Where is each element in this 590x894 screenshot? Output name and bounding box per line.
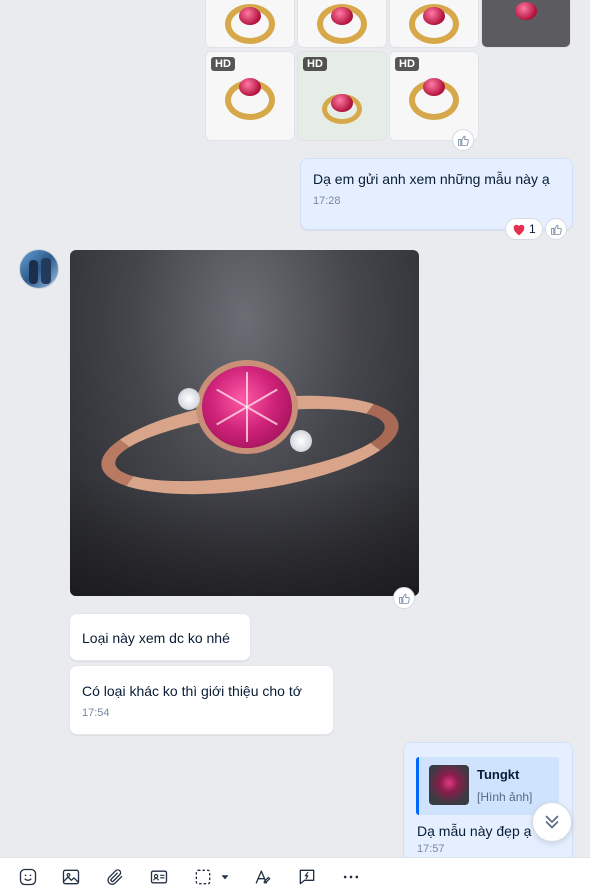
contact-card-icon: [150, 870, 168, 884]
image-icon: [62, 869, 80, 885]
incoming-message[interactable]: Có loại khác ko thì giới thiệu cho tớ 17…: [69, 665, 334, 735]
attach-file-button[interactable]: [104, 866, 126, 888]
thumbs-up-icon: [550, 224, 562, 235]
more-options-button[interactable]: [340, 866, 362, 888]
message-time: 17:28: [313, 195, 341, 207]
text-format-button[interactable]: [252, 866, 274, 888]
message-text: Có loại khác ko thì giới thiệu cho tớ: [82, 683, 302, 699]
image-thumbnail[interactable]: HD: [389, 51, 479, 141]
send-contact-card-button[interactable]: [148, 866, 170, 888]
image-thumbnail[interactable]: [481, 0, 571, 48]
scroll-to-bottom-button[interactable]: [532, 802, 572, 842]
quoted-image-thumbnail: [429, 765, 469, 805]
quoted-message-type: [Hình ảnh]: [477, 790, 533, 804]
screenshot-button[interactable]: [192, 866, 214, 888]
paperclip-icon: [107, 869, 123, 885]
like-reaction-button[interactable]: [393, 587, 415, 609]
heart-icon: [513, 224, 525, 235]
message-time: 17:54: [82, 707, 110, 719]
screen-capture-icon: [195, 869, 211, 885]
more-horizontal-icon: [343, 875, 359, 879]
thumbs-up-icon: [398, 593, 410, 604]
lightning-message-icon: [299, 869, 315, 885]
quoted-sender-name: Tungkt: [477, 767, 520, 782]
reaction-count: 1: [529, 222, 536, 236]
smiley-sticker-icon: [19, 868, 37, 886]
avatar[interactable]: [19, 249, 59, 289]
image-thumbnail[interactable]: [297, 0, 387, 48]
quick-message-button[interactable]: [296, 866, 318, 888]
message-text: Loại này xem dc ko nhé: [82, 630, 230, 646]
hd-badge: HD: [211, 57, 235, 71]
like-reaction-button[interactable]: [452, 129, 474, 151]
double-chevron-down-icon: [545, 815, 559, 829]
image-thumbnail[interactable]: [205, 0, 295, 48]
screenshot-options-button[interactable]: [218, 866, 232, 888]
message-text: Dạ em gửi anh xem những mẫu này ạ: [313, 171, 550, 187]
hd-badge: HD: [395, 57, 419, 71]
caret-down-icon: [221, 875, 229, 880]
thumbs-up-icon: [457, 135, 469, 146]
message-text: Dạ mẫu này đẹp ạ: [417, 823, 532, 839]
image-thumbnail[interactable]: HD: [205, 51, 295, 141]
text-format-icon: [255, 870, 271, 884]
send-image-button[interactable]: [60, 866, 82, 888]
image-thumbnail[interactable]: [389, 0, 479, 48]
hd-badge: HD: [303, 57, 327, 71]
message-time: 17:57: [417, 843, 445, 855]
chat-area[interactable]: HD HD HD Dạ em gửi anh xem những mẫu này…: [0, 0, 590, 857]
ring-photo[interactable]: [70, 250, 419, 596]
like-reaction-button[interactable]: [545, 218, 567, 240]
image-thumbnail[interactable]: HD: [297, 51, 387, 141]
sticker-button[interactable]: [17, 866, 39, 888]
reaction-summary[interactable]: 1: [505, 218, 543, 240]
composer-toolbar: [0, 857, 590, 894]
incoming-message[interactable]: Loại này xem dc ko nhé: [69, 613, 251, 661]
